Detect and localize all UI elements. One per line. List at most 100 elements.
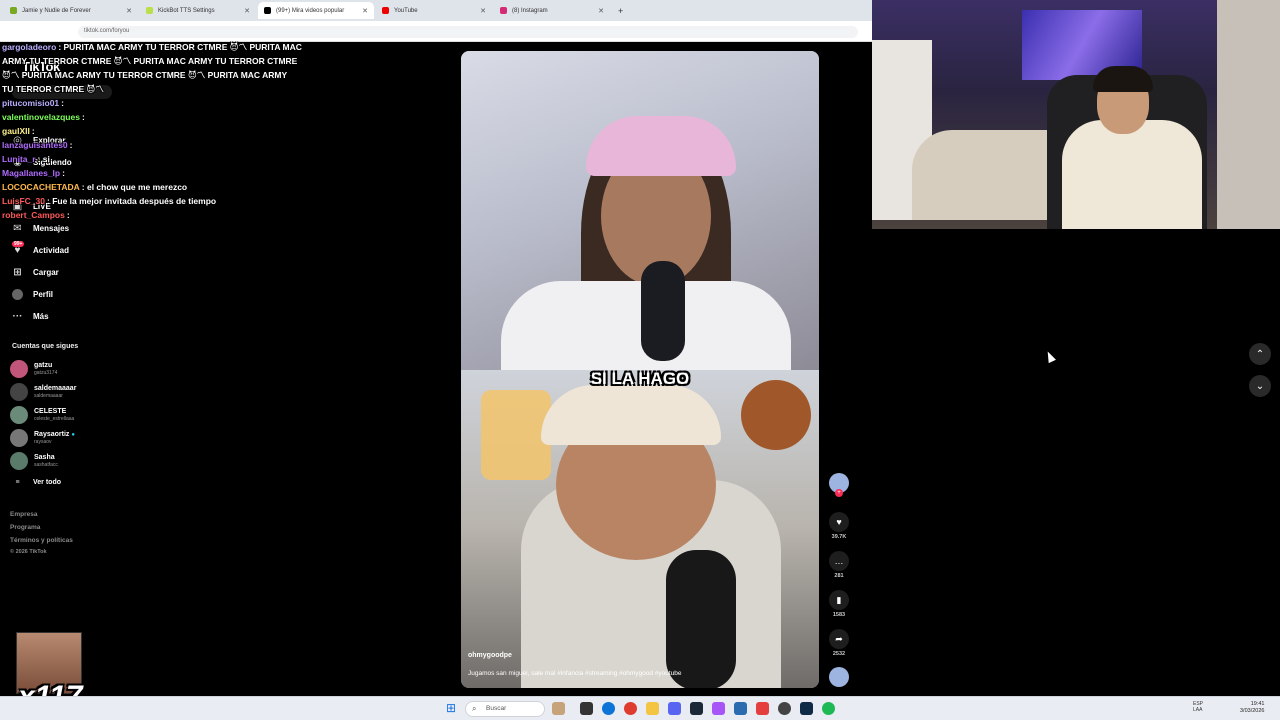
- video-author[interactable]: ohmygoodpe: [468, 652, 512, 659]
- instagram-favicon-icon: [500, 7, 507, 14]
- chat-username: robert_Campos: [2, 210, 65, 220]
- footer-copyright: © 2026 TikTok: [10, 549, 47, 555]
- streamer-hair: [1093, 66, 1153, 92]
- chat-message: valentinovelazques:: [2, 110, 332, 124]
- steam-icon[interactable]: [690, 702, 703, 715]
- like-button[interactable]: ♥ 39.7K: [826, 512, 852, 540]
- tab-instagram[interactable]: (8) Instagram ✕: [494, 2, 610, 19]
- account-item[interactable]: Raysaortiz ● raysaov: [10, 429, 75, 447]
- share-button[interactable]: ➦ 2532: [826, 629, 852, 657]
- chat-username: gaulXII: [2, 126, 30, 136]
- tab-tiktok[interactable]: (99+) Mira videos popular ✕: [258, 2, 374, 19]
- discord-icon[interactable]: [668, 702, 681, 715]
- taskbar-app-icon[interactable]: [552, 702, 565, 715]
- app-icon[interactable]: [712, 702, 725, 715]
- nav-mas[interactable]: ··· Más: [12, 311, 49, 322]
- microphone: [641, 261, 685, 361]
- chat-text: 😈〽 PURITA MAC ARMY TU TERROR CTMRE 😈〽 PU…: [2, 70, 288, 80]
- language-indicator[interactable]: ESP LAA: [1193, 701, 1203, 713]
- account-item[interactable]: CELESTE celeste_estrellaaa: [10, 406, 74, 424]
- activity-icon: ♥: [14, 245, 21, 256]
- chat-message: Lunita_r: si: [2, 152, 332, 166]
- chat-message: lanzaguisantes0:: [2, 138, 332, 152]
- chat-separator: :: [69, 140, 73, 150]
- chat-username: lanzaguisantes0: [2, 140, 68, 150]
- app-icon[interactable]: [734, 702, 747, 715]
- chat-message: 😈〽 PURITA MAC ARMY TU TERROR CTMRE 😈〽 PU…: [2, 68, 332, 82]
- nav-actividad[interactable]: ♥ Actividad: [12, 245, 69, 256]
- nav-perfil[interactable]: Perfil: [12, 289, 53, 300]
- system-clock[interactable]: 19:41 3/03/2026: [1240, 701, 1264, 715]
- beige-cap: [541, 385, 721, 445]
- close-tab-icon[interactable]: ✕: [126, 7, 132, 15]
- chat-separator: :: [61, 98, 64, 108]
- heart-icon: ♥: [829, 512, 849, 532]
- video-player[interactable]: SI LA HAGO ohmygoodpe Jugamos san miguel…: [461, 51, 819, 688]
- app-icon[interactable]: [756, 702, 769, 715]
- tab-youtube[interactable]: YouTube ✕: [376, 2, 492, 19]
- nav-mensajes[interactable]: ✉ Mensajes: [12, 223, 69, 234]
- comment-icon: …: [829, 551, 849, 571]
- comment-button[interactable]: … 281: [826, 551, 852, 579]
- footer-empresa[interactable]: Empresa: [10, 511, 37, 518]
- browser-tab-bar: Jamie y Nudie de Forever ✕ KickBot TTS S…: [0, 0, 872, 21]
- taskbar-search-placeholder: Buscar: [486, 705, 507, 712]
- account-item[interactable]: gatzu gatzu3174: [10, 360, 57, 378]
- new-tab-button[interactable]: +: [612, 2, 630, 19]
- chat-text: el chow que me merezco: [86, 182, 188, 192]
- chat-text: PURITA MAC ARMY TU TERROR CTMRE 😈〽 PURIT…: [63, 42, 302, 52]
- chat-username: Magallanes_lp: [2, 168, 61, 178]
- pink-cap: [586, 116, 736, 176]
- tab-kickbot[interactable]: KickBot TTS Settings ✕: [140, 2, 256, 19]
- windows-start-icon[interactable]: ⊞: [446, 702, 459, 715]
- task-view-icon[interactable]: [580, 702, 593, 715]
- avatar: [10, 360, 28, 378]
- chat-message: Magallanes_lp:: [2, 166, 332, 180]
- see-all-link[interactable]: ≡ Ver todo: [12, 477, 61, 488]
- clock-date: 3/03/2026: [1240, 708, 1265, 714]
- nav-cargar[interactable]: ⊞ Cargar: [12, 267, 59, 278]
- nav-label: Mensajes: [33, 224, 70, 233]
- footer-programa[interactable]: Programa: [10, 524, 40, 531]
- nav-label: Perfil: [33, 290, 54, 299]
- file-explorer-icon[interactable]: [646, 702, 659, 715]
- tab-label: KickBot TTS Settings: [158, 7, 215, 14]
- follow-plus-icon[interactable]: +: [835, 489, 843, 497]
- share-count: 2532: [832, 651, 846, 657]
- microphone: [666, 550, 736, 688]
- previous-video-button[interactable]: ⌃: [1249, 343, 1271, 365]
- streamer-webcam: [872, 0, 1280, 229]
- close-tab-icon[interactable]: ✕: [480, 7, 486, 15]
- account-handle: celeste_estrellaaa: [34, 416, 75, 422]
- sound-disc-button[interactable]: [826, 667, 852, 687]
- obs-icon[interactable]: [778, 702, 791, 715]
- video-description: Jugamos san miguel, sale mal #infancia #…: [468, 670, 682, 677]
- profile-icon: [12, 289, 23, 300]
- url-field[interactable]: tiktok.com/foryou: [78, 26, 858, 38]
- account-handle: sashatfacc: [34, 462, 58, 468]
- chrome-icon[interactable]: [624, 702, 637, 715]
- close-tab-icon[interactable]: ✕: [244, 7, 250, 15]
- chat-username: gargoladeoro: [2, 42, 57, 52]
- chat-separator: :: [31, 126, 35, 136]
- next-video-button[interactable]: ⌄: [1249, 375, 1271, 397]
- account-item[interactable]: saldemaaaar saldemaaaar: [10, 383, 76, 401]
- app-icon[interactable]: [800, 702, 813, 715]
- chat-text: TU TERROR CTMRE 😈〽: [2, 84, 104, 94]
- close-tab-icon[interactable]: ✕: [598, 7, 604, 15]
- account-name: gatzu: [34, 362, 53, 369]
- creator-avatar-button[interactable]: +: [826, 473, 852, 497]
- coconut-sticker: [741, 380, 811, 450]
- footer-terminos[interactable]: Términos y políticas: [10, 537, 73, 544]
- taskbar-search[interactable]: ⌕ Buscar: [465, 701, 545, 717]
- save-button[interactable]: ▮ 1583: [826, 590, 852, 618]
- spotify-icon[interactable]: [822, 702, 835, 715]
- account-item[interactable]: Sasha sashatfacc: [10, 452, 58, 470]
- tab-favicon-icon: [10, 7, 17, 14]
- tab-label: YouTube: [394, 7, 418, 14]
- nav-label: Más: [33, 312, 49, 321]
- close-tab-icon[interactable]: ✕: [362, 7, 368, 15]
- chat-username: Lunita_r: [2, 154, 36, 164]
- edge-icon[interactable]: [602, 702, 615, 715]
- tab-forever[interactable]: Jamie y Nudie de Forever ✕: [4, 2, 138, 19]
